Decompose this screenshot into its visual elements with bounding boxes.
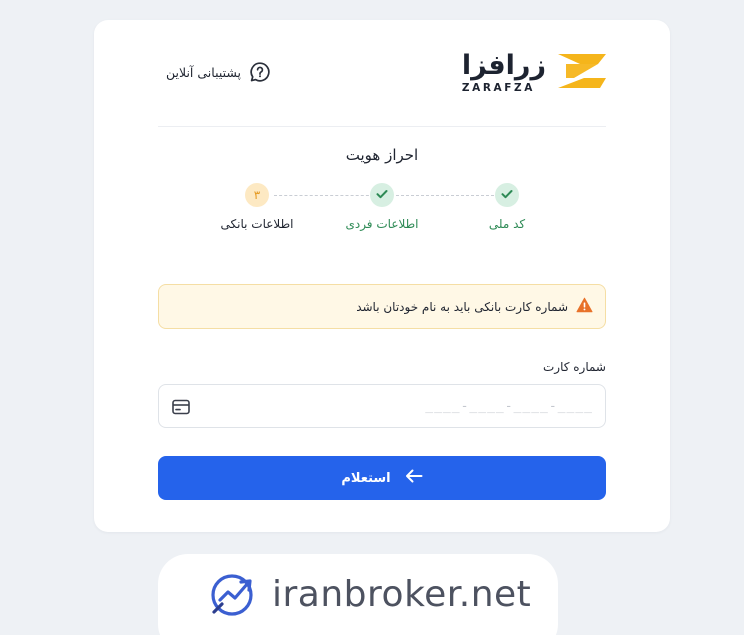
logo-persian-text: زرافزا bbox=[461, 50, 546, 82]
header-divider bbox=[158, 126, 606, 127]
iranbroker-watermark: iranbroker.net bbox=[158, 554, 558, 635]
online-support-link[interactable]: پشتیبانی آنلاین bbox=[166, 60, 271, 84]
step-1-indicator bbox=[495, 183, 519, 207]
step-connector-2-3 bbox=[274, 195, 374, 196]
inquiry-button[interactable]: استعلام bbox=[158, 456, 606, 500]
step-3-number: ۳ bbox=[253, 188, 261, 202]
warning-icon bbox=[576, 297, 593, 316]
inquiry-button-label: استعلام bbox=[341, 470, 391, 486]
step-connector-1-2 bbox=[396, 195, 494, 196]
check-icon bbox=[375, 186, 389, 205]
step-3-indicator: ۳ bbox=[245, 183, 269, 207]
bank-card-warning: شماره کارت بانکی باید به نام خودتان باشد bbox=[158, 284, 606, 329]
logo-english-text: ZARAFZA bbox=[461, 82, 535, 95]
check-icon bbox=[500, 186, 514, 205]
step-1-label: کد ملی bbox=[488, 217, 526, 231]
step-3-label: اطلاعات بانکی bbox=[220, 217, 294, 231]
alert-text: شماره کارت بانکی باید به نام خودتان باشد bbox=[356, 299, 568, 314]
support-label: پشتیبانی آنلاین bbox=[166, 64, 242, 80]
step-2-indicator bbox=[370, 183, 394, 207]
card-number-input[interactable] bbox=[207, 385, 593, 427]
logo-mark-icon bbox=[556, 52, 608, 94]
page-title: احراز هویت bbox=[345, 146, 419, 164]
help-chat-icon bbox=[249, 61, 271, 83]
zarafza-logo: زرافزا ZARAFZA bbox=[462, 52, 608, 94]
card-number-field[interactable] bbox=[158, 384, 606, 428]
iranbroker-logo-icon bbox=[208, 568, 260, 620]
wallet-icon bbox=[171, 397, 191, 417]
iranbroker-text: iranbroker.net bbox=[272, 574, 532, 615]
step-2-label: اطلاعات فردی bbox=[345, 217, 419, 231]
auth-card: پشتیبانی آنلاین زرافزا ZARAFZA احراز هوی… bbox=[94, 20, 670, 532]
card-number-label: شماره کارت bbox=[542, 360, 606, 374]
arrow-left-icon bbox=[405, 469, 423, 487]
